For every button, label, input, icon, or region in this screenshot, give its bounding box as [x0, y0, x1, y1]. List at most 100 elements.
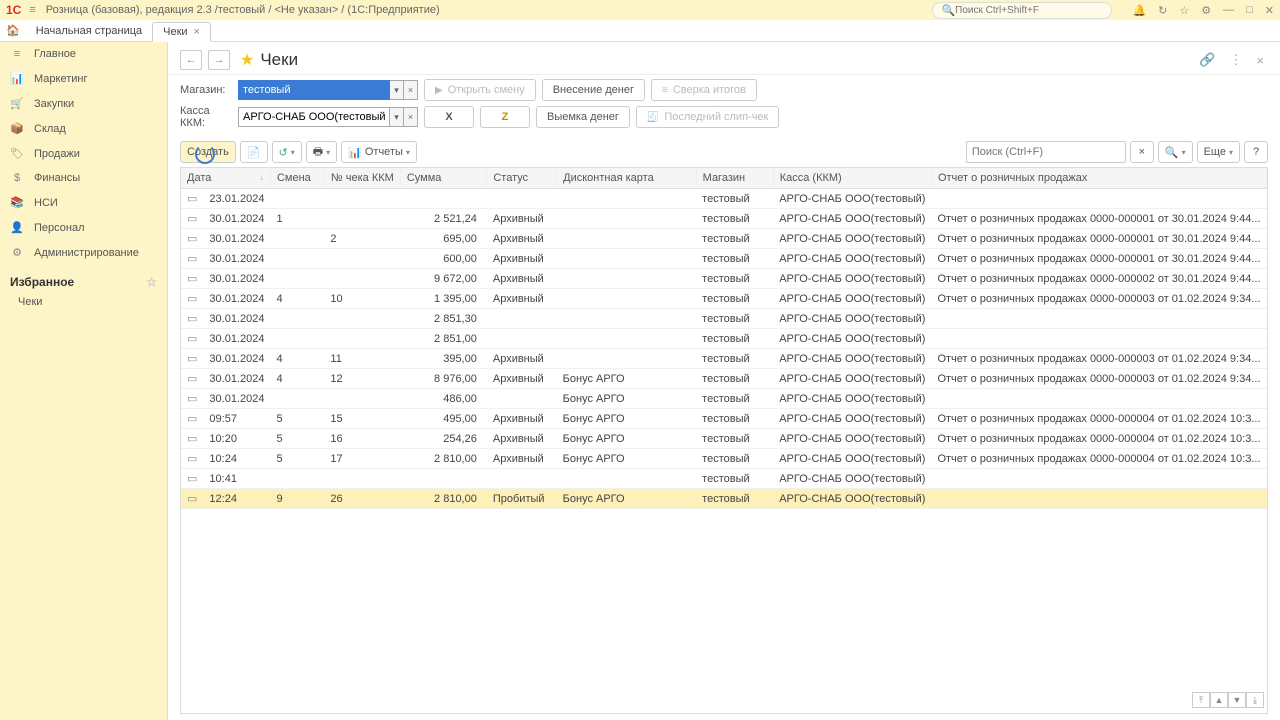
deposit-button[interactable]: Внесение денег — [542, 79, 645, 101]
sidebar-item-5[interactable]: $Финансы — [0, 166, 167, 190]
shop-dropdown-icon[interactable]: ▾ — [390, 80, 404, 100]
table-row[interactable]: ▭30.01.2024486,00Бонус АРГОтестовыйАРГО-… — [181, 389, 1267, 409]
sidebar-item-1[interactable]: 📊Маркетинг — [0, 66, 167, 91]
menu-icon[interactable]: ≡ — [29, 4, 35, 16]
table-row[interactable]: ▭30.01.2024411395,00АрхивныйтестовыйАРГО… — [181, 349, 1267, 369]
kassa-clear-icon[interactable]: × — [404, 107, 418, 127]
table-container[interactable]: Дата↓ Смена № чека ККМ Сумма Статус Диск… — [180, 167, 1268, 714]
cell-kassa: АРГО-СНАБ ООО(тестовый) — [773, 489, 931, 509]
scroll-up-icon[interactable]: ▲ — [1210, 692, 1228, 708]
col-report[interactable]: Отчет о розничных продажах — [931, 168, 1266, 189]
favorite-checks[interactable]: Чеки — [0, 293, 167, 311]
col-shop[interactable]: Магазин — [696, 168, 773, 189]
kassa-dropdown-icon[interactable]: ▾ — [390, 107, 404, 127]
more-button[interactable]: Еще▾ — [1197, 141, 1240, 163]
help-button[interactable]: ? — [1244, 141, 1268, 163]
withdraw-button[interactable]: Выемка денег — [536, 106, 630, 128]
table-row[interactable]: ▭30.01.20244128 976,00АрхивныйБонус АРГО… — [181, 369, 1267, 389]
scroll-bottom-icon[interactable]: ⤓ — [1246, 692, 1264, 708]
col-smena[interactable]: Смена — [270, 168, 324, 189]
sidebar-item-8[interactable]: ⚙Администрирование — [0, 240, 167, 265]
nav-back-button[interactable]: ← — [180, 50, 202, 70]
edit-button[interactable]: ↺▾ — [272, 141, 302, 163]
kassa-label: Касса ККМ: — [180, 105, 232, 129]
settings-icon[interactable]: ⚙ — [1201, 4, 1211, 17]
scroll-top-icon[interactable]: ⤒ — [1192, 692, 1210, 708]
table-row[interactable]: ▭30.01.20242 851,30тестовыйАРГО-СНАБ ООО… — [181, 309, 1267, 329]
nav-label: Закупки — [34, 98, 74, 110]
shop-select[interactable] — [238, 80, 390, 100]
sidebar-item-2[interactable]: 🛒 Закупки — [0, 91, 167, 116]
last-slip-button[interactable]: 🧾Последний слип-чек — [636, 106, 779, 128]
table-row[interactable]: ▭23.01.2024тестовыйАРГО-СНАБ ООО(тестовы… — [181, 189, 1267, 209]
col-status[interactable]: Статус — [487, 168, 557, 189]
global-search[interactable]: 🔍 — [932, 2, 1112, 19]
tab-close-icon[interactable]: × — [194, 26, 200, 38]
sidebar-item-0[interactable]: ≡Главное — [0, 42, 167, 66]
doc-icon: ▭ — [181, 269, 203, 289]
table-row[interactable]: ▭12:249262 810,00ПробитыйБонус АРГОтесто… — [181, 489, 1267, 509]
totals-button[interactable]: ≡Сверка итогов — [651, 79, 757, 101]
cell-card: Бонус АРГО — [557, 449, 697, 469]
sidebar-item-7[interactable]: 👤Персонал — [0, 215, 167, 240]
cell-kassa: АРГО-СНАБ ООО(тестовый) — [773, 189, 931, 209]
nav-forward-button[interactable]: → — [208, 50, 230, 70]
table-row[interactable]: ▭10:41тестовыйАРГО-СНАБ ООО(тестовый) — [181, 469, 1267, 489]
table-row[interactable]: ▭30.01.2024600,00АрхивныйтестовыйАРГО-СН… — [181, 249, 1267, 269]
close-page-icon[interactable]: × — [1252, 53, 1268, 68]
col-check-no[interactable]: № чека ККМ — [324, 168, 400, 189]
home-icon[interactable]: 🏠 — [6, 24, 20, 37]
col-sum[interactable]: Сумма — [400, 168, 487, 189]
cell-check — [324, 209, 400, 229]
page-star-icon[interactable]: ★ — [240, 50, 254, 70]
reports-button[interactable]: 📊Отчеты▾ — [341, 141, 417, 163]
cell-status: Архивный — [487, 269, 557, 289]
copy-button[interactable]: 📄 — [240, 141, 268, 163]
sidebar-item-4[interactable]: 🏷Продажи — [0, 141, 167, 166]
checks-table: Дата↓ Смена № чека ККМ Сумма Статус Диск… — [181, 168, 1267, 509]
doc-icon: ▭ — [181, 209, 203, 229]
table-row[interactable]: ▭30.01.202412 521,24АрхивныйтестовыйАРГО… — [181, 209, 1267, 229]
sidebar-item-6[interactable]: 📚НСИ — [0, 190, 167, 215]
kassa-select[interactable] — [238, 107, 390, 127]
more-icon[interactable]: ⋮ — [1225, 52, 1246, 68]
table-row[interactable]: ▭10:20516254,26АрхивныйБонус АРГОтестовы… — [181, 429, 1267, 449]
col-card[interactable]: Дисконтная карта — [557, 168, 697, 189]
bell-icon[interactable]: 🔔 — [1132, 4, 1146, 17]
z-report-button[interactable]: Z — [480, 106, 530, 128]
history-icon[interactable]: ↻ — [1158, 4, 1167, 17]
table-row[interactable]: ▭10:245172 810,00АрхивныйБонус АРГОтесто… — [181, 449, 1267, 469]
table-row[interactable]: ▭30.01.20244101 395,00АрхивныйтестовыйАР… — [181, 289, 1267, 309]
page-title: Чеки — [260, 50, 298, 70]
tab-start[interactable]: Начальная страница — [26, 22, 152, 40]
scroll-down-icon[interactable]: ▼ — [1228, 692, 1246, 708]
favorites-star-icon[interactable]: ☆ — [146, 275, 157, 289]
x-report-button[interactable]: X — [424, 106, 474, 128]
search-button[interactable]: 🔍▾ — [1158, 141, 1193, 163]
cell-shop: тестовый — [696, 429, 773, 449]
open-shift-button[interactable]: ▶Открыть смену — [424, 79, 536, 101]
search-clear-button[interactable]: × — [1130, 141, 1154, 163]
table-row[interactable]: ▭30.01.20242695,00АрхивныйтестовыйАРГО-С… — [181, 229, 1267, 249]
table-row[interactable]: ▭30.01.20242 851,00тестовыйАРГО-СНАБ ООО… — [181, 329, 1267, 349]
table-search-input[interactable] — [966, 141, 1126, 163]
global-search-input[interactable] — [955, 5, 1103, 16]
tab-checks[interactable]: Чеки × — [152, 22, 211, 42]
maximize-icon[interactable]: □ — [1246, 4, 1253, 16]
create-button[interactable]: Создать — [180, 141, 236, 163]
cell-date: 30.01.2024 — [203, 369, 270, 389]
link-icon[interactable]: 🔗 — [1195, 52, 1219, 68]
close-window-icon[interactable]: ✕ — [1265, 4, 1274, 17]
nav-icon: ⚙ — [10, 246, 24, 259]
table-row[interactable]: ▭30.01.20249 672,00АрхивныйтестовыйАРГО-… — [181, 269, 1267, 289]
sidebar-item-3[interactable]: 📦Склад — [0, 116, 167, 141]
shop-clear-icon[interactable]: × — [404, 80, 418, 100]
nav-icon: 🛒 — [10, 97, 24, 110]
print-button[interactable]: 🖶▾ — [306, 141, 337, 163]
star-icon[interactable]: ☆ — [1179, 4, 1189, 17]
table-row[interactable]: ▭09:57515495,00АрхивныйБонус АРГОтестовы… — [181, 409, 1267, 429]
col-kassa[interactable]: Касса (ККМ) — [773, 168, 931, 189]
doc-icon: ▭ — [181, 249, 203, 269]
minimize-icon[interactable]: — — [1223, 4, 1234, 16]
col-date[interactable]: Дата↓ — [181, 168, 270, 189]
